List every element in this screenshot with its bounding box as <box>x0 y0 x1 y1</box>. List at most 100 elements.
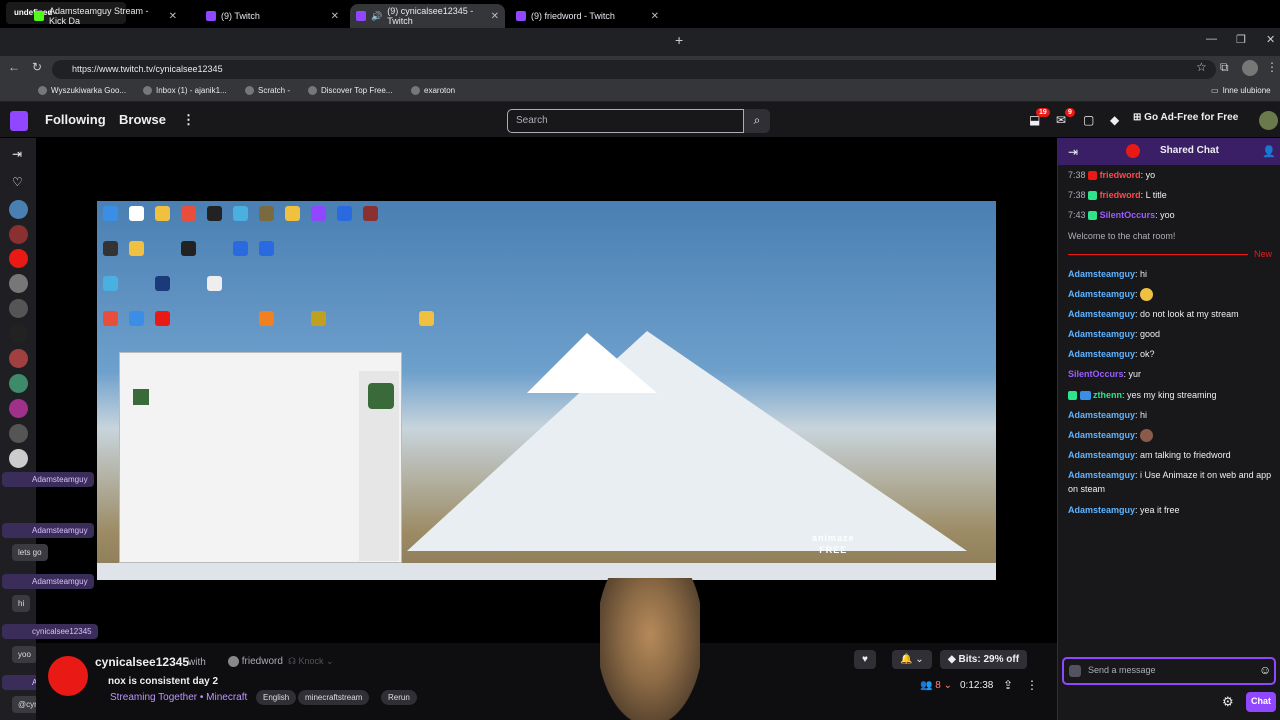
stream-desktop-capture: animaze FREE <box>97 201 996 580</box>
collab-avatar <box>228 656 239 667</box>
crown-icon[interactable]: ◆ <box>1110 113 1119 127</box>
tag-minecraftstream[interactable]: minecraftstream <box>298 690 370 705</box>
profile-avatar[interactable] <box>1242 60 1258 76</box>
knock-button[interactable]: ☊ Knock ⌄ <box>288 656 334 667</box>
browser-tab-cynicalsee[interactable]: 🔊 (9) cynicalsee12345 - Twitch ✕ <box>350 4 505 28</box>
browser-tab-friedword[interactable]: (9) friedword - Twitch ✕ <box>510 4 665 28</box>
chevron-down-icon: ⌄ <box>943 680 952 691</box>
minimize-icon[interactable]: — <box>1206 33 1217 45</box>
channel-avatar[interactable] <box>9 399 28 418</box>
streamer-name[interactable]: cynicalsee12345 <box>95 655 189 669</box>
collab-channel[interactable]: friedword <box>228 656 283 667</box>
channel-avatar[interactable] <box>9 349 28 368</box>
maximize-icon[interactable]: ❐ <box>1236 33 1246 46</box>
channel-avatar[interactable] <box>9 225 28 244</box>
close-icon[interactable]: ✕ <box>331 11 339 22</box>
chat-badge-icon[interactable] <box>1069 665 1081 677</box>
tag-english[interactable]: English <box>256 690 297 705</box>
desktop-icon <box>103 241 118 256</box>
close-icon[interactable]: ✕ <box>491 11 499 22</box>
extensions-icon[interactable]: ⧉ <box>1220 60 1229 75</box>
go-ad-free-button[interactable]: ⊞ Go Ad-Free for Free <box>1133 112 1238 123</box>
collapse-chat-icon[interactable]: ⇥ <box>1068 145 1078 159</box>
chat-message: Adamsteamguy: good <box>1068 329 1161 339</box>
desktop-folder-icon <box>419 311 434 326</box>
badge-icon <box>1068 391 1077 401</box>
notification-bell-button[interactable]: 🔔 ⌄ <box>892 650 932 669</box>
kick-icon <box>34 11 44 21</box>
more-dots-icon[interactable]: ⋮ <box>182 112 195 128</box>
bookmark-icon <box>411 86 420 95</box>
desktop-icon <box>311 206 326 221</box>
channel-avatar[interactable] <box>9 374 28 393</box>
follow-heart-button[interactable]: ♥ <box>854 650 876 669</box>
search-input[interactable]: Search <box>507 109 744 133</box>
speaker-icon[interactable]: 🔊 <box>371 11 382 22</box>
new-messages-divider <box>1068 254 1248 255</box>
share-icon[interactable]: ⇪ <box>1003 678 1013 692</box>
twitch-logo-icon[interactable] <box>10 111 28 131</box>
whispers-icon[interactable]: ▢ <box>1083 113 1094 127</box>
more-options-icon[interactable]: ⋮ <box>1026 678 1038 692</box>
chat-settings-gear-icon[interactable]: ⚙ <box>1222 694 1234 710</box>
twitch-icon <box>516 11 526 21</box>
close-icon[interactable]: ✕ <box>651 11 659 22</box>
bookmark-icon <box>245 86 254 95</box>
search-icon[interactable]: ⌕ <box>744 109 770 133</box>
desktop-icon <box>285 206 300 221</box>
back-icon[interactable]: ← <box>8 60 20 74</box>
chat-message: Adamsteamguy: hi <box>1068 269 1148 279</box>
bookmark-item[interactable]: Scratch - <box>245 86 290 95</box>
overlay-chat-msg: yoo <box>12 646 37 663</box>
overlay-chat-msg: hi <box>12 595 31 612</box>
desktop-icon <box>233 206 248 221</box>
chat-send-button[interactable]: Chat <box>1246 692 1276 712</box>
bookmark-icon <box>308 86 317 95</box>
bookmark-icon <box>143 86 152 95</box>
channel-avatar[interactable] <box>9 324 28 343</box>
bookmark-folder[interactable]: ▭ Inne ulubione <box>1211 86 1271 95</box>
prime-icon: ⊞ <box>1133 112 1145 123</box>
channel-avatar[interactable] <box>9 449 28 468</box>
window-close-icon[interactable]: ✕ <box>1266 33 1275 46</box>
users-icon[interactable]: 👤 <box>1262 145 1276 158</box>
bookmark-item[interactable]: Inbox (1) - ajanik1... <box>143 86 227 95</box>
chevron-down-icon: ⌄ <box>915 654 924 665</box>
stream-title: nox is consistent day 2 <box>108 676 219 687</box>
bookmark-item[interactable]: exaroton <box>411 86 455 95</box>
nav-browse[interactable]: Browse <box>119 112 166 127</box>
channel-avatar[interactable] <box>9 200 28 219</box>
channel-avatar[interactable] <box>9 299 28 318</box>
close-icon[interactable]: ✕ <box>169 11 177 22</box>
streamer-avatar[interactable] <box>48 656 88 696</box>
channel-avatar[interactable] <box>9 249 28 268</box>
chat-message: Adamsteamguy: <box>1068 428 1273 443</box>
desktop-icon <box>129 206 144 221</box>
favorite-star-icon[interactable]: ☆ <box>1196 60 1207 74</box>
channel-avatar[interactable] <box>9 274 28 293</box>
emote-picker-icon[interactable]: ☺ <box>1259 663 1271 677</box>
twitch-icon <box>206 11 216 21</box>
browser-tab-twitch[interactable]: (9) Twitch ✕ <box>200 4 345 28</box>
tag-rerun[interactable]: Rerun <box>381 690 417 705</box>
notifications-icon[interactable]: ✉ <box>1056 113 1066 127</box>
channel-avatar[interactable] <box>9 424 28 443</box>
nav-following[interactable]: Following <box>45 112 106 127</box>
new-tab-icon[interactable]: + <box>675 32 683 48</box>
address-bar[interactable]: https://www.twitch.tv/cynicalsee12345 <box>52 60 1216 79</box>
folder-icon: ▭ <box>1211 86 1219 95</box>
bits-button[interactable]: ◆ Bits: 29% off <box>940 650 1028 669</box>
user-avatar[interactable] <box>1259 111 1278 130</box>
desktop-icon <box>233 241 248 256</box>
heart-icon: ♥ <box>862 654 868 665</box>
mountain-peak-shape <box>527 333 657 393</box>
chat-message: Adamsteamguy: i Use Animaze it on web an… <box>1068 470 1272 494</box>
reload-icon[interactable]: ↻ <box>32 60 42 74</box>
expand-sidebar-icon[interactable]: ⇥ <box>12 147 22 161</box>
stream-category[interactable]: Streaming Together • Minecraft <box>110 692 247 703</box>
bookmark-item[interactable]: Discover Top Free... <box>308 86 392 95</box>
menu-dots-icon[interactable]: ⋮ <box>1266 60 1278 74</box>
chat-input[interactable]: Send a message <box>1062 657 1276 685</box>
bookmark-item[interactable]: Wyszukiwarka Goo... <box>38 86 126 95</box>
browser-tab-kick[interactable]: Adamsteamguy Stream - Kick Da ✕ <box>28 4 183 28</box>
